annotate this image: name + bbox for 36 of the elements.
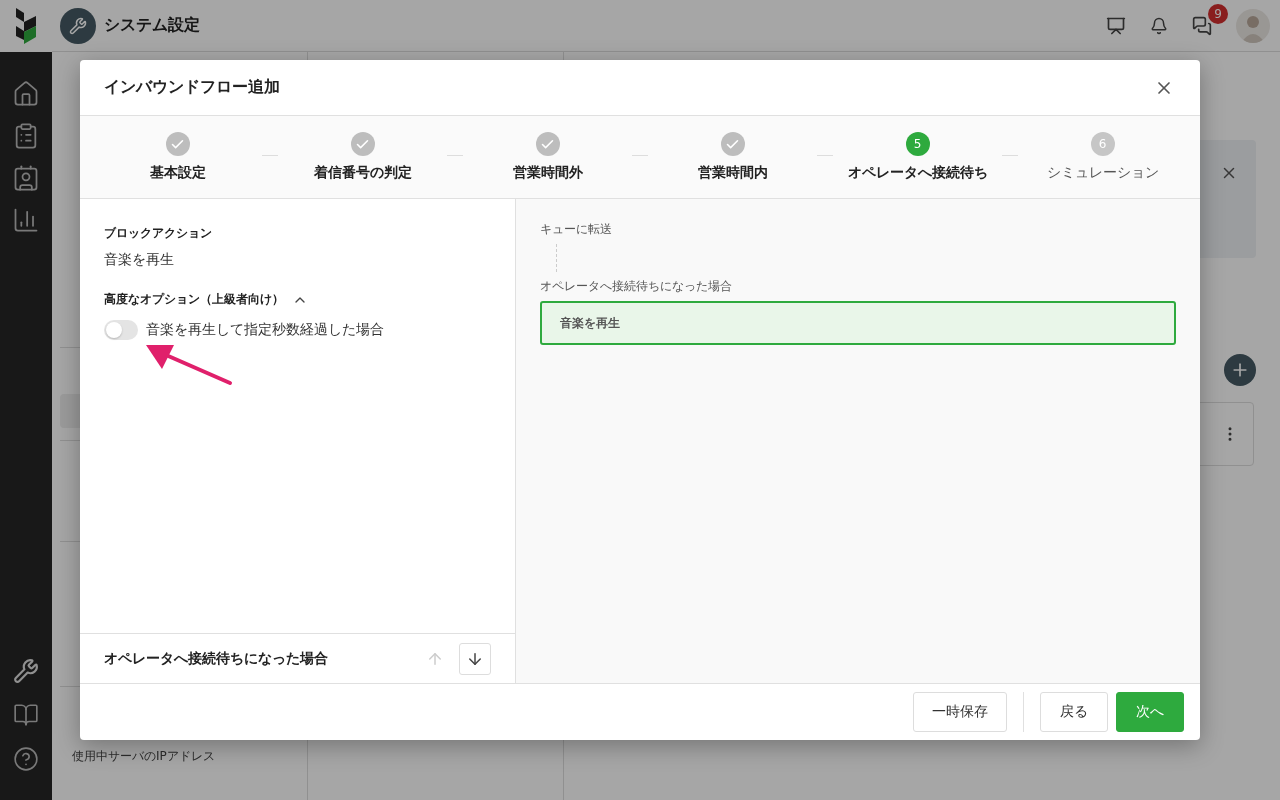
step-label: 営業時間内 — [697, 164, 768, 182]
field-label: ブロックアクション — [104, 225, 213, 242]
toggle-label: 音楽を再生して指定秒数経過した場合 — [146, 321, 384, 339]
page-title: システム設定 — [104, 15, 201, 36]
move-down-button[interactable] — [459, 642, 491, 675]
flow-step-label: キューに転送 — [540, 221, 613, 238]
wrench-icon[interactable] — [13, 658, 39, 684]
board-icon[interactable] — [1106, 15, 1126, 36]
menu-item[interactable]: 使用中サーバのIPアドレス — [60, 742, 307, 770]
save-draft-button[interactable]: 一時保存 — [913, 692, 1007, 732]
step-label: シミュレーション — [1046, 164, 1159, 182]
home-icon[interactable] — [12, 80, 40, 108]
flow-block[interactable]: 音楽を再生 — [540, 301, 1176, 345]
add-button[interactable] — [1224, 354, 1256, 386]
bell-icon[interactable] — [1150, 16, 1168, 35]
section-label: 高度なオプション（上級者向け） — [104, 291, 284, 308]
step-label: オペレータへ接続待ち — [847, 164, 988, 182]
field-value: 音楽を再生 — [104, 251, 175, 269]
back-button[interactable]: 戻る — [1040, 692, 1108, 732]
chat-icon[interactable] — [1192, 15, 1212, 36]
step-label: 基本設定 — [149, 164, 206, 182]
step-indicator: 6 — [1090, 132, 1115, 156]
contact-icon[interactable] — [12, 164, 40, 192]
help-icon[interactable] — [13, 746, 39, 772]
section-title: オペレータへ接続待ちになった場合 — [104, 649, 329, 668]
logo-icon — [14, 8, 38, 44]
dialog-title: インバウンドフロー追加 — [104, 77, 280, 98]
book-icon[interactable] — [13, 702, 39, 728]
chat-count-badge: 9 — [1208, 3, 1228, 24]
flow-branch-label: オペレータへ接続待ちになった場合 — [540, 278, 733, 295]
toggle-switch[interactable] — [104, 320, 138, 340]
step-label: 営業時間外 — [512, 164, 583, 182]
step-indicator: 5 — [905, 132, 930, 156]
step-label: 着信番号の判定 — [313, 164, 412, 182]
wrench-icon — [69, 16, 87, 35]
chart-icon[interactable] — [12, 206, 40, 234]
